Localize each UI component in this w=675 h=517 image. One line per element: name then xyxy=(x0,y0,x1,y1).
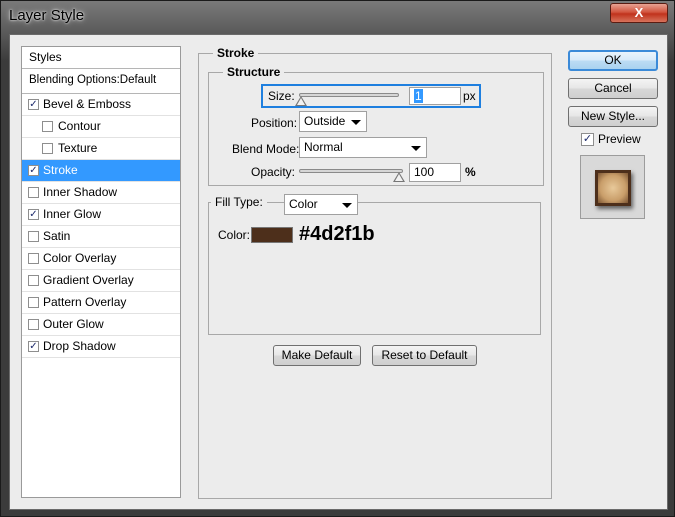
style-item-inner-shadow[interactable]: Inner Shadow xyxy=(22,182,180,204)
style-item-checkbox[interactable] xyxy=(28,231,39,242)
style-item-checkbox[interactable] xyxy=(28,187,39,198)
opacity-unit: % xyxy=(465,165,476,179)
style-item-label: Texture xyxy=(58,141,98,155)
structure-title: Structure xyxy=(223,65,285,79)
style-item-label: Contour xyxy=(58,119,101,133)
style-item-contour[interactable]: Contour xyxy=(22,116,180,138)
chevron-down-icon xyxy=(351,120,361,125)
new-style-label: New Style... xyxy=(580,109,646,123)
styles-list: Styles Blending Options:Default ✓ Bevel &… xyxy=(21,46,181,498)
blend-mode-label: Blend Mode: xyxy=(232,142,300,156)
style-item-checkbox[interactable]: ✓ xyxy=(28,99,39,110)
size-value: 1 xyxy=(414,89,423,103)
preview-label: Preview xyxy=(598,132,641,146)
style-item-satin[interactable]: Satin xyxy=(22,226,180,248)
style-item-checkbox[interactable] xyxy=(42,143,53,154)
fill-group: Fill Type: Color Color: #4d2f1b xyxy=(208,191,541,335)
style-item-label: Inner Shadow xyxy=(43,185,118,199)
size-slider-thumb[interactable] xyxy=(295,96,307,106)
style-item-checkbox[interactable]: ✓ xyxy=(28,209,39,220)
opacity-label: Opacity: xyxy=(251,165,296,179)
style-item-checkbox[interactable] xyxy=(28,297,39,308)
styles-header[interactable]: Styles xyxy=(22,47,180,69)
cancel-button[interactable]: Cancel xyxy=(568,78,658,99)
style-item-label: Pattern Overlay xyxy=(43,295,127,309)
style-item-checkbox[interactable] xyxy=(28,275,39,286)
size-unit: px xyxy=(463,89,476,103)
style-item-label: Outer Glow xyxy=(43,317,104,331)
stroke-title: Stroke xyxy=(213,46,259,60)
reset-to-default-button[interactable]: Reset to Default xyxy=(372,345,477,366)
close-icon: X xyxy=(634,5,644,20)
style-item-label: Color Overlay xyxy=(43,251,117,265)
fill-type-label: Fill Type: xyxy=(211,191,267,213)
preview-thumbnail xyxy=(595,170,631,206)
opacity-slider-track[interactable] xyxy=(299,169,403,173)
style-item-outer-glow[interactable]: Outer Glow xyxy=(22,314,180,336)
blending-options-item[interactable]: Blending Options:Default xyxy=(22,69,180,94)
style-item-label: Satin xyxy=(43,229,71,243)
position-value: Outside xyxy=(304,114,346,128)
style-item-label: Bevel & Emboss xyxy=(43,97,132,111)
style-item-inner-glow[interactable]: ✓ Inner Glow xyxy=(22,204,180,226)
style-item-pattern-overlay[interactable]: Pattern Overlay xyxy=(22,292,180,314)
position-label: Position: xyxy=(251,116,298,130)
ok-label: OK xyxy=(604,53,622,67)
style-item-label: Stroke xyxy=(43,163,78,177)
size-slider-track[interactable] xyxy=(299,93,399,97)
color-hex-text: #4d2f1b xyxy=(299,223,375,245)
color-label: Color: xyxy=(218,228,251,242)
blending-options-label: Blending Options:Default xyxy=(29,74,157,86)
color-swatch[interactable] xyxy=(251,227,293,243)
style-item-checkbox[interactable] xyxy=(42,121,53,132)
style-item-checkbox[interactable]: ✓ xyxy=(28,341,39,352)
make-default-button[interactable]: Make Default xyxy=(273,345,361,366)
dialog-client-area: Styles Blending Options:Default ✓ Bevel &… xyxy=(9,34,668,510)
blend-mode-dropdown[interactable]: Normal xyxy=(299,137,427,158)
style-item-checkbox[interactable] xyxy=(28,319,39,330)
stroke-group: Stroke Structure Size: 1 px Position: Ou… xyxy=(198,46,552,499)
opacity-slider-thumb[interactable] xyxy=(393,172,405,182)
new-style-button[interactable]: New Style... xyxy=(568,106,658,127)
fill-type-dropdown[interactable]: Color xyxy=(284,194,358,215)
position-dropdown[interactable]: Outside xyxy=(299,111,367,132)
style-item-label: Inner Glow xyxy=(43,207,102,221)
fill-type-value: Color xyxy=(289,197,318,211)
reset-to-default-label: Reset to Default xyxy=(381,348,468,362)
make-default-label: Make Default xyxy=(281,348,353,362)
style-item-checkbox[interactable] xyxy=(28,253,39,264)
style-item-bevel-emboss[interactable]: ✓ Bevel & Emboss xyxy=(22,94,180,116)
blend-mode-value: Normal xyxy=(304,140,343,154)
cancel-label: Cancel xyxy=(594,81,632,95)
style-preview xyxy=(580,155,645,219)
preview-checkbox[interactable]: ✓ xyxy=(581,133,594,146)
styles-header-label: Styles xyxy=(29,50,62,64)
opacity-value: 100 xyxy=(414,165,435,179)
chevron-down-icon xyxy=(411,146,421,151)
opacity-input[interactable]: 100 xyxy=(409,163,461,182)
size-input[interactable]: 1 xyxy=(409,87,461,105)
style-item-label: Gradient Overlay xyxy=(43,273,134,287)
close-button[interactable]: X xyxy=(610,3,668,23)
window-title: Layer Style xyxy=(9,7,85,24)
style-item-label: Drop Shadow xyxy=(43,339,116,353)
style-item-drop-shadow[interactable]: ✓ Drop Shadow xyxy=(22,336,180,358)
ok-button[interactable]: OK xyxy=(568,50,658,71)
style-item-checkbox[interactable]: ✓ xyxy=(28,165,39,176)
layer-style-dialog: Layer Style X Styles Blending Options:De… xyxy=(0,0,675,517)
style-item-color-overlay[interactable]: Color Overlay xyxy=(22,248,180,270)
style-item-stroke[interactable]: ✓ Stroke xyxy=(22,160,180,182)
size-label: Size: xyxy=(268,89,295,103)
structure-group: Structure Size: 1 px Position: Outside B… xyxy=(208,65,544,186)
style-item-gradient-overlay[interactable]: Gradient Overlay xyxy=(22,270,180,292)
chevron-down-icon xyxy=(342,203,352,208)
style-item-texture[interactable]: Texture xyxy=(22,138,180,160)
